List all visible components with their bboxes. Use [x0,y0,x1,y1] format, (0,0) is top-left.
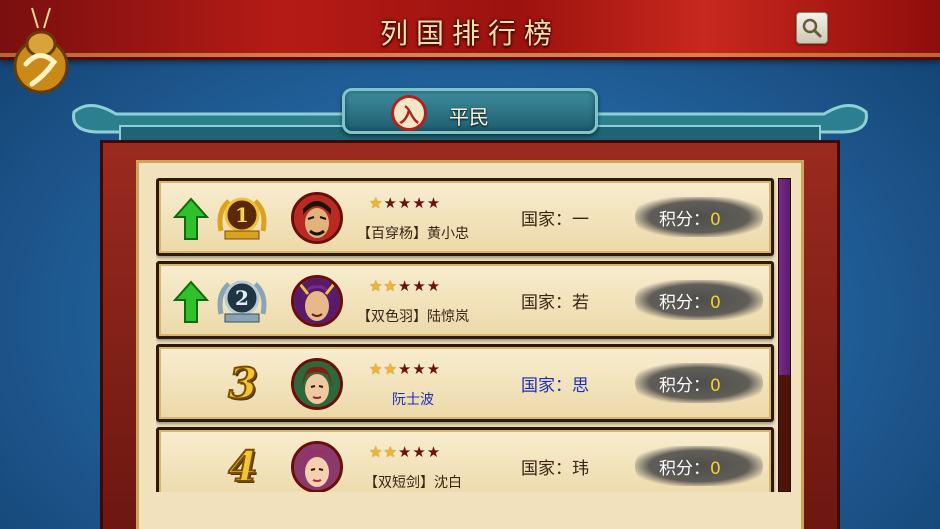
top-bar: 列国排行榜 [0,0,940,60]
star-rating: ★★★★★ [369,443,442,461]
rank-number: 4 [227,441,258,492]
country-text: 国家：思 [521,371,631,396]
back-button[interactable] [10,6,72,98]
country-text: 国家：玮 [521,454,631,479]
rank-tier-tab[interactable]: 入 平民 [342,88,598,134]
magnifier-icon [802,18,822,38]
country-text: 国家：一 [521,205,631,230]
player-name: 【双短剑】沈白 [364,475,462,491]
avatar [291,192,343,244]
country-value: 玮 [572,459,589,479]
score-label: 积分： [659,210,710,230]
list-scrollbar[interactable] [778,178,791,492]
score-value: 0 [710,376,721,396]
ranking-row[interactable]: 3 ★★★★★ 阮士波 国家：思 积分：0 [156,344,774,422]
country-value: 一 [572,210,589,230]
score-text: 积分：0 [659,371,759,396]
green-up-arrow-icon [173,280,209,323]
ranking-list[interactable]: 1 ★★★★★ 【百穿杨】黄小忠 国家：一 积分：0 2 ★★★★★ 【双色羽】… [156,178,776,492]
tier-label: 平民 [449,105,489,129]
rank-number: 2 [235,286,249,310]
silver-medal-icon: 2 [217,280,267,323]
score-value: 0 [710,293,721,313]
country-value: 思 [572,376,589,396]
player-name: 【百穿杨】黄小忠 [357,226,469,242]
country-label: 国家： [521,293,572,313]
green-up-arrow-icon [173,197,209,240]
ranking-row[interactable]: 2 ★★★★★ 【双色羽】陆惊岚 国家：若 积分：0 [156,261,774,339]
star-rating: ★★★★★ [369,277,442,295]
score-label: 积分： [659,293,710,313]
score-text: 积分：0 [659,205,759,230]
avatar [291,275,343,327]
ranking-row[interactable]: 1 ★★★★★ 【百穿杨】黄小忠 国家：一 积分：0 [156,178,774,256]
ranking-row[interactable]: 4 ★★★★★ 【双短剑】沈白 国家：玮 积分：0 [156,427,774,492]
player-name: 【双色羽】陆惊岚 [357,309,469,325]
tier-badge: 入 [391,95,427,131]
star-rating: ★★★★★ [369,360,442,378]
gourd-back-icon [13,7,69,94]
score-value: 0 [710,459,721,479]
country-text: 国家：若 [521,288,631,313]
rank-number: 1 [235,203,249,227]
country-value: 若 [572,293,589,313]
country-label: 国家： [521,376,572,396]
score-label: 积分： [659,459,710,479]
country-label: 国家： [521,210,572,230]
search-button[interactable] [796,12,828,44]
country-label: 国家： [521,459,572,479]
star-rating: ★★★★★ [369,194,442,212]
gold-medal-icon: 1 [217,197,267,240]
score-label: 积分： [659,376,710,396]
avatar [291,358,343,410]
score-text: 积分：0 [659,288,759,313]
score-text: 积分：0 [659,454,759,479]
scrollbar-thumb[interactable] [779,179,790,375]
avatar [291,441,343,492]
rank-number: 3 [227,358,258,409]
player-name: 阮士波 [392,392,434,408]
score-value: 0 [710,210,721,230]
